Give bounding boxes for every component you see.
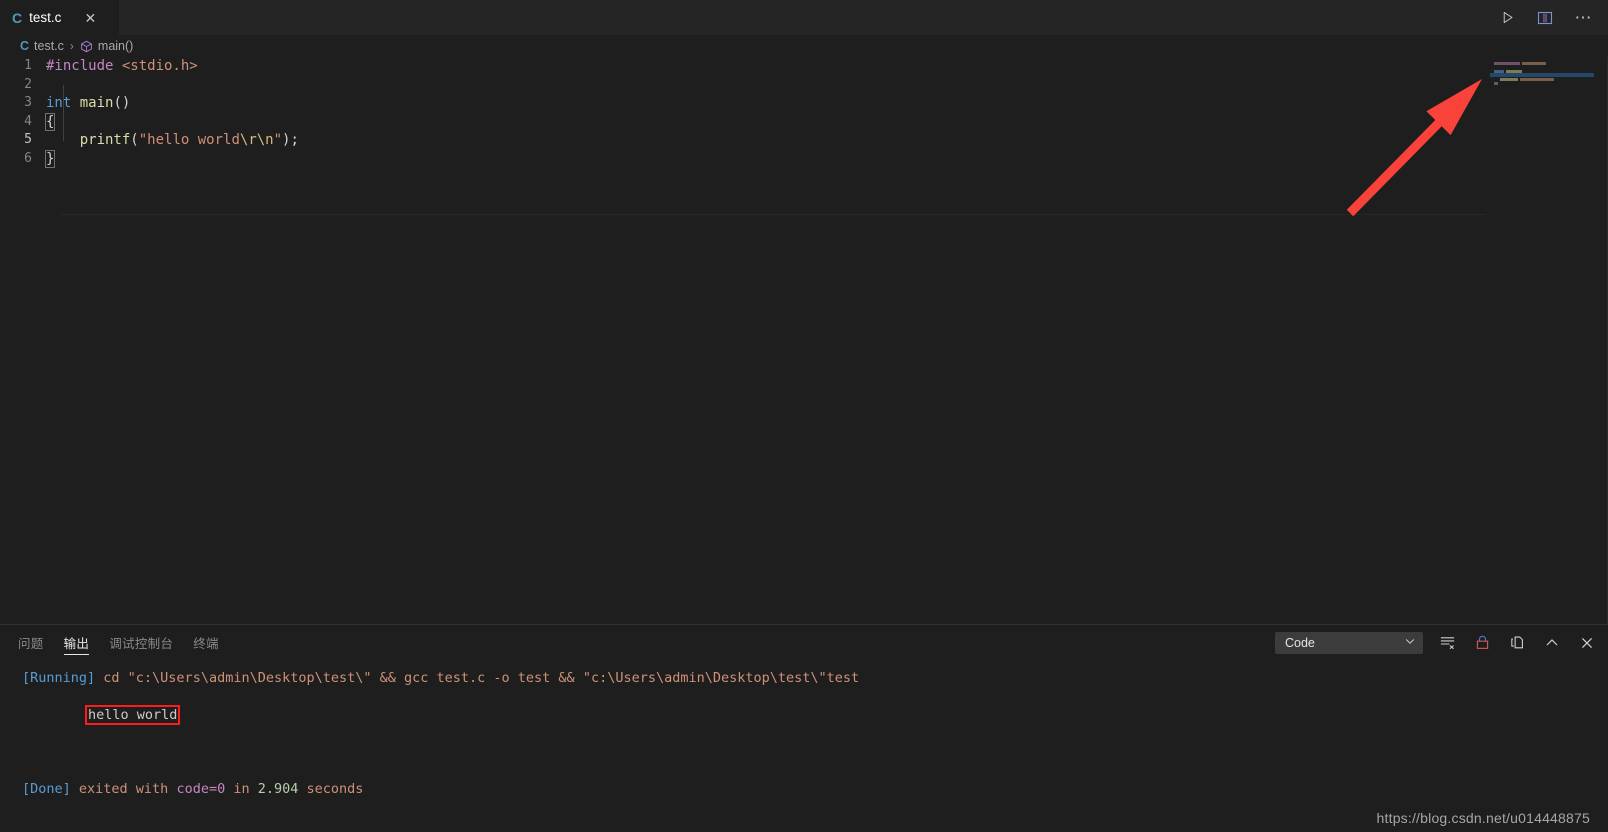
code-token: (): [113, 95, 131, 112]
output-content[interactable]: [Running] cd "c:\Users\admin\Desktop\tes…: [0, 660, 1608, 832]
editor-tab-bar: C test.c ✕ ⋯: [0, 0, 1608, 35]
panel-tab-0[interactable]: 问题: [18, 625, 44, 660]
editor-tab-label: test.c: [29, 10, 62, 25]
panel-tab-2[interactable]: 调试控制台: [109, 625, 173, 660]
watermark-text: https://blog.csdn.net/u014448875: [1376, 810, 1590, 826]
breadcrumb-symbol-label: main(): [97, 39, 134, 53]
output-done-line: [Done] exited with code=0 in 2.904 secon…: [22, 780, 1608, 799]
output-channel-value: Code: [1285, 635, 1315, 650]
panel-tab-list: 问题 输出 调试控制台 终端: [18, 625, 219, 660]
line-number: 2: [24, 76, 32, 92]
code-token: );: [282, 132, 299, 149]
code-line[interactable]: 3 int main(): [0, 94, 1608, 113]
code-line-text: {: [44, 112, 1608, 132]
code-line[interactable]: 5 printf("hello world\r\n");: [0, 131, 1608, 150]
editor-tab-test-c[interactable]: C test.c ✕: [0, 0, 120, 35]
current-line-bottom-border: [60, 214, 1486, 215]
close-icon[interactable]: ✕: [82, 10, 98, 26]
minimap-selection-highlight: [1490, 73, 1594, 77]
indent-guide: [63, 85, 64, 141]
output-token: seconds: [298, 781, 364, 797]
code-token: (: [130, 132, 139, 149]
code-line[interactable]: 2: [0, 76, 1608, 95]
output-token: [Running]: [22, 670, 96, 686]
code-line-text: }: [44, 149, 1608, 169]
panel-tab-3[interactable]: 终端: [193, 625, 219, 660]
code-token: \r\n: [239, 132, 274, 149]
code-line-text: #include <stdio.h>: [46, 57, 1608, 76]
output-blank-line-1: [22, 743, 1608, 762]
code-line[interactable]: 6}: [0, 149, 1608, 169]
open-in-editor-icon[interactable]: [1506, 632, 1528, 654]
code-line[interactable]: 4{: [0, 112, 1608, 132]
program-output-highlight: hello world: [85, 705, 181, 725]
lock-scroll-icon[interactable]: [1471, 632, 1493, 654]
c-file-icon: C: [20, 39, 30, 53]
output-channel-select[interactable]: Code: [1275, 631, 1423, 654]
output-token: [Done]: [22, 781, 71, 797]
vscode-window: C test.c ✕ ⋯ C test.c › main() 1 #includ…: [0, 0, 1608, 832]
c-file-icon: C: [12, 9, 23, 26]
code-line-text: [46, 76, 1608, 95]
code-token: ": [273, 132, 283, 149]
code-editor[interactable]: 1 #include <stdio.h> 2 3 int main() 4{5 print…: [0, 57, 1608, 624]
panel-tab-1[interactable]: 输出: [63, 625, 90, 660]
split-editor-right-icon[interactable]: [1534, 7, 1556, 29]
line-number: 1: [24, 58, 32, 73]
clear-output-icon[interactable]: [1436, 632, 1458, 654]
breadcrumb-separator-icon: ›: [69, 39, 74, 53]
breadcrumb: C test.c › main(): [0, 35, 1608, 57]
code-token: }: [44, 149, 56, 168]
line-number: 6: [24, 150, 32, 166]
code-token: {: [44, 112, 56, 131]
chevron-down-icon: [1404, 634, 1416, 652]
line-number: 3: [24, 95, 32, 111]
code-token: <stdio.h>: [121, 58, 198, 74]
breadcrumb-symbol[interactable]: main(): [80, 39, 133, 53]
breadcrumb-file-label: test.c: [34, 39, 64, 53]
output-blank-line-2: [22, 762, 1608, 781]
code-line-text: int main(): [46, 94, 1608, 113]
code-line-text: printf("hello world\r\n");: [46, 131, 1608, 150]
code-token: "hello world: [138, 132, 240, 149]
code-token: main: [79, 95, 114, 112]
output-token: code=0: [176, 781, 226, 797]
panel-actions: Code: [1275, 631, 1598, 654]
more-actions-icon[interactable]: ⋯: [1572, 7, 1594, 29]
close-panel-icon[interactable]: [1576, 632, 1598, 654]
output-token: exited with: [70, 781, 177, 797]
code-content: 1 #include <stdio.h> 2 3 int main() 4{5 print…: [0, 57, 1608, 169]
code-line[interactable]: 1 #include <stdio.h>: [0, 57, 1608, 76]
bottom-panel: 问题 输出 调试控制台 终端 Code [Running] cd "c:\Use…: [0, 624, 1608, 832]
run-code-icon[interactable]: [1496, 7, 1518, 29]
output-token: in: [225, 781, 258, 797]
output-program-line: hello world: [22, 688, 1608, 744]
output-token: cd "c:\Users\admin\Desktop\test\" && gcc…: [95, 670, 860, 686]
minimap[interactable]: [1490, 57, 1594, 624]
editor-actions: ⋯: [1496, 0, 1600, 35]
line-number: 5: [24, 132, 32, 148]
output-token: 2.904: [257, 781, 299, 797]
code-token: printf: [79, 132, 131, 149]
line-number: 4: [24, 113, 32, 129]
output-running-line: [Running] cd "c:\Users\admin\Desktop\tes…: [22, 669, 1608, 688]
maximize-panel-icon[interactable]: [1541, 632, 1563, 654]
symbol-method-icon: [80, 40, 93, 53]
panel-header: 问题 输出 调试控制台 终端 Code: [0, 625, 1608, 660]
code-token: #include: [46, 58, 122, 74]
breadcrumb-file[interactable]: C test.c: [20, 39, 64, 53]
